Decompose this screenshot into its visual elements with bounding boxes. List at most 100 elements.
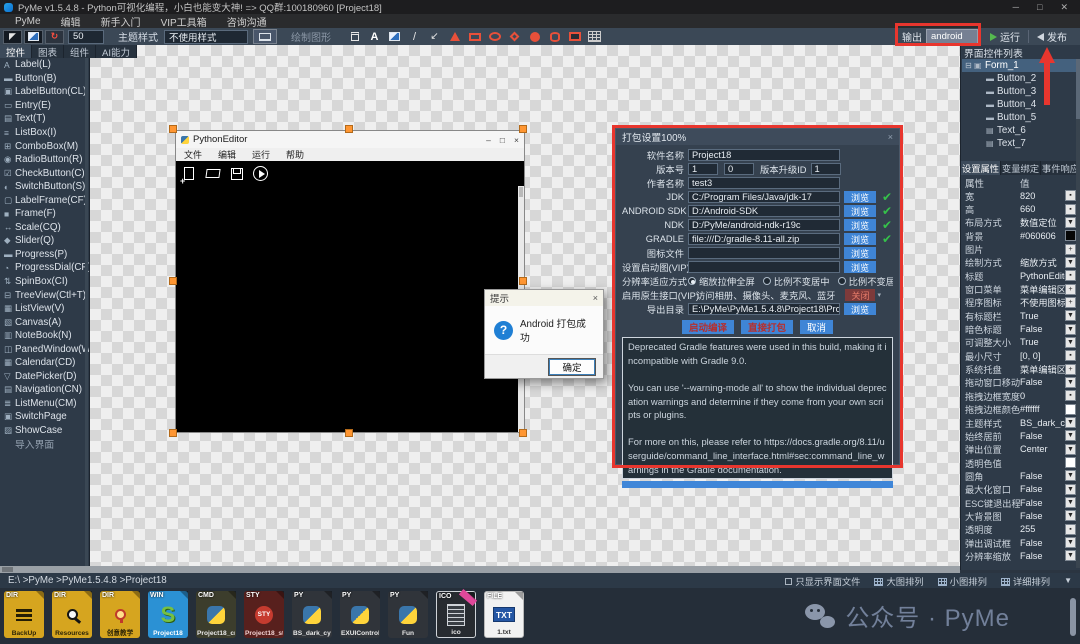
sidebar-item-Slider(Q)[interactable]: ◆Slider(Q) bbox=[0, 234, 89, 248]
tree-item-Button_4[interactable]: ▬Button_4 bbox=[962, 98, 1076, 111]
field-input[interactable]: file:///D:/gradle-8.11-all.zip bbox=[688, 233, 840, 245]
small-icons-view-button[interactable]: 小图排列 bbox=[938, 574, 987, 588]
property-value[interactable]: #060606 bbox=[1020, 231, 1065, 241]
resolution-radio-1[interactable]: 缩放拉伸全屏 bbox=[688, 275, 755, 288]
property-value[interactable]: 0 bbox=[1020, 391, 1065, 401]
dropdown-icon[interactable]: ▼ bbox=[1065, 470, 1076, 481]
native-api-toggle[interactable]: 关闭 bbox=[845, 289, 875, 301]
theme-style-combo[interactable]: 不使用样式 bbox=[164, 30, 248, 44]
dropdown-icon[interactable]: ▼ bbox=[1065, 497, 1076, 508]
field-input[interactable]: D:/Android-SDK bbox=[688, 205, 840, 217]
tree-item-Button_2[interactable]: ▬Button_2 bbox=[962, 72, 1076, 85]
field-input[interactable]: D:/PyMe/android-ndk-r19c bbox=[688, 219, 840, 231]
tree-item-Form_1[interactable]: ⊟▣Form_1 bbox=[962, 59, 1076, 72]
designer-menu-1[interactable]: 文件 bbox=[184, 148, 202, 161]
sidebar-item-LabelFrame(CF)[interactable]: ▢LabelFrame(CF) bbox=[0, 193, 89, 207]
diamond-tool-icon[interactable] bbox=[507, 30, 522, 44]
edit-icon[interactable]: ▪ bbox=[1065, 204, 1076, 215]
browse-button[interactable]: 浏览 bbox=[844, 191, 876, 203]
edit-icon[interactable]: ▪ bbox=[1065, 350, 1076, 361]
filter-ui-files-checkbox[interactable]: 只显示界面文件 bbox=[785, 574, 860, 588]
sidebar-item-Progress(P)[interactable]: ▬Progress(P) bbox=[0, 248, 89, 262]
files-scrollbar[interactable] bbox=[1070, 598, 1076, 636]
property-value[interactable]: True bbox=[1020, 337, 1065, 347]
tree-item-Button_3[interactable]: ▬Button_3 bbox=[962, 85, 1076, 98]
designer-menu-3[interactable]: 运行 bbox=[252, 148, 270, 161]
right-tab-2[interactable]: 变量绑定 bbox=[1001, 161, 1041, 175]
rectangle-tool-icon[interactable] bbox=[467, 30, 482, 44]
selection-handle-top-mid[interactable] bbox=[345, 125, 353, 133]
text-tool-icon[interactable]: A bbox=[367, 30, 382, 44]
selection-handle-mid-right[interactable] bbox=[519, 277, 527, 285]
property-value[interactable]: Center bbox=[1020, 444, 1065, 454]
property-value[interactable]: 菜单编辑区 bbox=[1020, 282, 1065, 296]
field-input[interactable] bbox=[688, 247, 840, 259]
property-value[interactable]: False bbox=[1020, 538, 1065, 548]
sidebar-item-ListBox(I)[interactable]: ≡ListBox(I) bbox=[0, 126, 89, 140]
property-scrollbar[interactable] bbox=[1076, 59, 1080, 568]
breadcrumb[interactable]: E:\ >PyMe >PyMe1.5.4.8 >Project18 bbox=[8, 575, 167, 586]
color-swatch[interactable] bbox=[1065, 230, 1076, 241]
maximize-button[interactable]: □ bbox=[1037, 2, 1042, 13]
sidebar-item-Entry(E)[interactable]: ▭Entry(E) bbox=[0, 99, 89, 113]
field-input[interactable]: C:/Program Files/Java/jdk-17 bbox=[688, 191, 840, 203]
property-value[interactable]: BS_dark_cyb bbox=[1020, 418, 1065, 428]
sidebar-item-SpinBox(CI)[interactable]: ⇅SpinBox(CI) bbox=[0, 275, 89, 289]
sidebar-item-Button(B)[interactable]: ▬Button(B) bbox=[0, 72, 89, 86]
dropdown-icon[interactable]: ▼ bbox=[1065, 444, 1076, 455]
dropdown-icon[interactable]: ▼ bbox=[1065, 324, 1076, 335]
right-tab-3[interactable]: 事件响应 bbox=[1041, 161, 1080, 175]
export-dir-input[interactable]: E:\PyMe\PyMe1.5.4.8\Project18\Project bbox=[688, 303, 840, 315]
field-input[interactable]: Project18 bbox=[688, 149, 840, 161]
property-value[interactable]: #ffffff bbox=[1020, 404, 1065, 414]
selection-handle-bottom-left[interactable] bbox=[169, 429, 177, 437]
browse-button[interactable]: 浏览 bbox=[844, 261, 876, 273]
resolution-radio-2[interactable]: 比例不变居中 bbox=[763, 275, 830, 288]
designer-editor-area[interactable] bbox=[176, 186, 524, 432]
file-tile-创意教学[interactable]: DIR创意教学 bbox=[100, 591, 140, 638]
sidebar-item-PanedWindow(W)[interactable]: ◫PanedWindow(W) bbox=[0, 342, 89, 356]
dropdown-icon[interactable]: ▼ bbox=[1065, 484, 1076, 495]
table-tool-icon[interactable] bbox=[587, 30, 602, 44]
export-browse-button[interactable]: 浏览 bbox=[844, 303, 876, 315]
run-script-icon[interactable] bbox=[250, 164, 271, 184]
file-tile-Resources[interactable]: DIRResources bbox=[52, 591, 92, 638]
sidebar-item-Label(L)[interactable]: ALabel(L) bbox=[0, 58, 89, 72]
property-value[interactable]: 255 bbox=[1020, 524, 1065, 534]
file-tile-1.txt[interactable]: FILETXT1.txt bbox=[484, 591, 524, 638]
dropdown-icon[interactable]: ▼ bbox=[1065, 257, 1076, 268]
property-value[interactable]: False bbox=[1020, 498, 1065, 508]
new-file-icon[interactable] bbox=[178, 164, 199, 184]
selection-handle-bottom-mid[interactable] bbox=[345, 429, 353, 437]
menu-item-1[interactable]: PyMe bbox=[6, 16, 50, 27]
edit-icon[interactable]: ▪ bbox=[1065, 390, 1076, 401]
image-frame-tool-icon[interactable] bbox=[567, 30, 582, 44]
field-input[interactable] bbox=[688, 261, 840, 273]
property-value[interactable]: False bbox=[1020, 471, 1065, 481]
sidebar-tab-4[interactable]: AI能力 bbox=[96, 45, 137, 58]
file-tile-Project18_sty[interactable]: STYSTYProject18_sty bbox=[244, 591, 284, 638]
package-action-1[interactable]: 启动编译 bbox=[682, 320, 734, 334]
property-value[interactable]: 820 bbox=[1020, 191, 1065, 201]
property-value[interactable]: 缩放方式 bbox=[1020, 255, 1065, 269]
run-button[interactable]: 运行 bbox=[990, 29, 1020, 44]
sidebar-item-Calendar(CD)[interactable]: ▦Calendar(CD) bbox=[0, 356, 89, 370]
resolution-radio-3[interactable]: 比例不变居顶 bbox=[838, 275, 893, 288]
trash-icon[interactable] bbox=[347, 30, 362, 44]
tree-item-Text_6[interactable]: ▤Text_6 bbox=[962, 124, 1076, 137]
file-tile-BS_dark_cyb[interactable]: PYBS_dark_cyb bbox=[292, 591, 332, 638]
sidebar-scrollbar[interactable] bbox=[85, 58, 88, 566]
dropdown-icon[interactable]: ▼ bbox=[1065, 550, 1076, 561]
selection-handle-mid-left[interactable] bbox=[169, 277, 177, 285]
package-action-3[interactable]: 取消 bbox=[800, 320, 833, 334]
canvas-h-scrollbar[interactable] bbox=[0, 566, 960, 573]
property-value[interactable]: [0, 0] bbox=[1020, 351, 1065, 361]
sidebar-item-TreeView(Ctl+T)[interactable]: ⊟TreeView(Ctl+T) bbox=[0, 288, 89, 302]
dropdown-icon[interactable]: ▼ bbox=[1065, 217, 1076, 228]
add-icon[interactable]: + bbox=[1065, 244, 1076, 255]
version-input[interactable]: 0 bbox=[724, 163, 754, 175]
sidebar-tab-1[interactable]: 控件 bbox=[0, 45, 32, 58]
circle-tool-icon[interactable] bbox=[527, 30, 542, 44]
file-tile-EXUIControl[interactable]: PYEXUIControl bbox=[340, 591, 380, 638]
tree-item-Button_5[interactable]: ▬Button_5 bbox=[962, 111, 1076, 124]
